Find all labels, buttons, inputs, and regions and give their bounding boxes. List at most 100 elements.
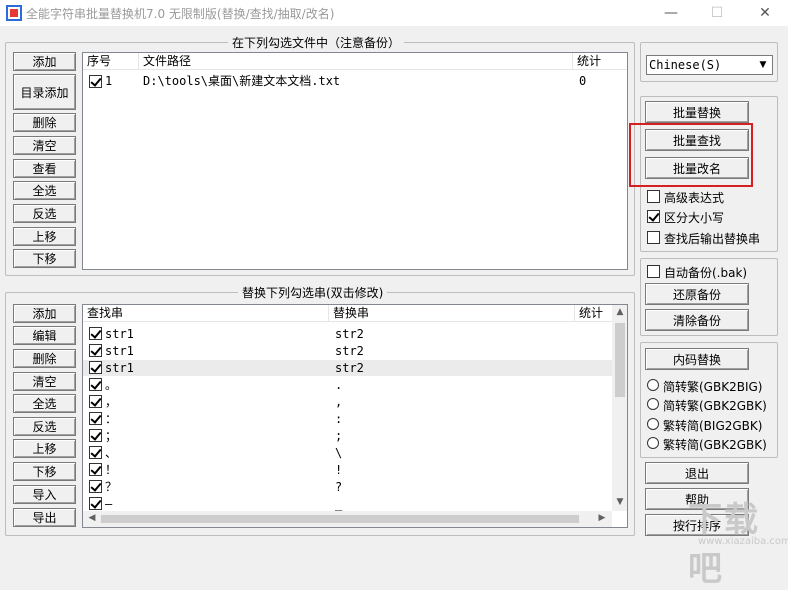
clear-backup-button[interactable]: 清除备份	[645, 309, 749, 331]
file-row-count: 0	[579, 74, 587, 88]
pair-checkbox[interactable]	[89, 412, 102, 425]
find-string: str1	[105, 344, 134, 358]
pair-checkbox[interactable]	[89, 446, 102, 459]
output-after-find-checkbox[interactable]	[647, 231, 660, 244]
select-all-pairs-button[interactable]: 全选	[13, 394, 76, 413]
table-row[interactable]: ； ;	[83, 428, 613, 444]
file-list-header: 序号 文件路径 统计	[83, 53, 627, 70]
pair-checkbox[interactable]	[89, 497, 102, 510]
table-row[interactable]: ： :	[83, 411, 613, 427]
regex-checkbox[interactable]	[647, 190, 660, 203]
move-up-pair-button[interactable]: 上移	[13, 439, 76, 458]
pair-checkbox[interactable]	[89, 480, 102, 493]
table-row[interactable]: ！ !	[83, 462, 613, 478]
pair-checkbox[interactable]	[89, 429, 102, 442]
case-sensitive-checkbox[interactable]	[647, 210, 660, 223]
big2gbk-label: 繁转简(BIG2GBK)	[663, 419, 763, 433]
move-down-file-button[interactable]: 下移	[13, 249, 76, 268]
table-row[interactable]: str1 str2	[83, 360, 613, 376]
scroll-right-arrow-icon[interactable]: ▶	[595, 513, 609, 523]
add-pair-button[interactable]: 添加	[13, 304, 76, 323]
move-up-file-button[interactable]: 上移	[13, 227, 76, 246]
column-header-replace[interactable]: 替换串	[329, 305, 575, 322]
minimize-button[interactable]: —	[648, 0, 694, 26]
batch-replace-button[interactable]: 批量替换	[645, 101, 749, 123]
invert-pairs-button[interactable]: 反选	[13, 417, 76, 436]
gbk2gbk-t2s-radio[interactable]	[647, 437, 659, 449]
language-select[interactable]: Chinese(S) ▼	[646, 55, 773, 75]
pair-checkbox[interactable]	[89, 361, 102, 374]
files-group-title: 在下列勾选文件中（注意备份）	[228, 34, 405, 51]
pair-checkbox[interactable]	[89, 344, 102, 357]
edit-pair-button[interactable]: 编辑	[13, 326, 76, 345]
clear-pairs-button[interactable]: 清空	[13, 372, 76, 391]
clear-files-button[interactable]: 清空	[13, 136, 76, 155]
horizontal-scrollbar[interactable]: ◀ ▶	[83, 511, 612, 527]
replace-string: str2	[335, 361, 364, 375]
table-row[interactable]: ， ,	[83, 394, 613, 410]
auto-backup-label: 自动备份(.bak)	[664, 266, 748, 280]
file-row-path: D:\tools\桌面\新建文本文档.txt	[143, 74, 341, 88]
column-header-stats[interactable]: 统计	[575, 305, 613, 322]
table-row[interactable]: 1 D:\tools\桌面\新建文本文档.txt 0	[83, 73, 627, 89]
table-row[interactable]: 、 \	[83, 445, 613, 461]
pair-checkbox[interactable]	[89, 395, 102, 408]
gbk2gbk-s2t-radio[interactable]	[647, 398, 659, 410]
table-row[interactable]: — _	[83, 496, 613, 512]
file-list[interactable]: 序号 文件路径 统计 1 D:\tools\桌面\新建文本文档.txt 0	[82, 52, 628, 270]
replace-string: _	[335, 497, 343, 511]
column-header-find[interactable]: 查找串	[83, 305, 329, 322]
pair-checkbox[interactable]	[89, 378, 102, 391]
delete-file-button[interactable]: 删除	[13, 113, 76, 132]
pair-checkbox[interactable]	[89, 463, 102, 476]
auto-backup-checkbox[interactable]	[647, 265, 660, 278]
invert-files-button[interactable]: 反选	[13, 204, 76, 223]
horizontal-scroll-thumb[interactable]	[101, 515, 579, 523]
replace-list-header: 查找串 替换串 统计	[83, 305, 627, 322]
table-row[interactable]: str1 str2	[83, 343, 613, 359]
restore-backup-button[interactable]: 还原备份	[645, 283, 749, 305]
column-header-path[interactable]: 文件路径	[139, 53, 573, 70]
table-row[interactable]: 。 .	[83, 377, 613, 393]
close-button[interactable]: ✕	[742, 0, 788, 26]
replace-string: .	[335, 378, 343, 392]
scroll-up-arrow-icon[interactable]: ▲	[612, 307, 627, 317]
column-header-index[interactable]: 序号	[83, 53, 139, 70]
file-row-index: 1	[105, 74, 113, 88]
export-button[interactable]: 导出	[13, 508, 76, 527]
table-row[interactable]: ？ ?	[83, 479, 613, 495]
app-icon	[6, 5, 22, 21]
window-title: 全能字符串批量替换机7.0 无限制版(替换/查找/抽取/改名)	[26, 7, 335, 21]
find-string: ？	[105, 480, 118, 494]
view-file-button[interactable]: 查看	[13, 159, 76, 178]
inner-code-replace-button[interactable]: 内码替换	[645, 348, 749, 370]
find-string: str1	[105, 327, 134, 341]
case-sensitive-label: 区分大小写	[664, 211, 725, 225]
column-header-count[interactable]: 统计	[573, 53, 627, 70]
file-row-checkbox[interactable]	[89, 75, 102, 88]
scroll-left-arrow-icon[interactable]: ◀	[85, 513, 99, 523]
replace-string: ,	[335, 395, 343, 409]
chevron-down-icon[interactable]: ▼	[755, 57, 771, 73]
add-directory-button[interactable]: 目录添加	[13, 74, 76, 110]
select-all-files-button[interactable]: 全选	[13, 181, 76, 200]
replace-group-title: 替换下列勾选串(双击修改)	[238, 284, 388, 301]
exit-button[interactable]: 退出	[645, 462, 749, 484]
move-down-pair-button[interactable]: 下移	[13, 462, 76, 481]
replace-list[interactable]: 查找串 替换串 统计 str1 str2 str1 str2 str1 str2…	[82, 304, 628, 528]
vertical-scroll-thumb[interactable]	[615, 323, 625, 397]
add-file-button[interactable]: 添加	[13, 52, 76, 71]
big2gbk-radio[interactable]	[647, 418, 659, 430]
replace-string: \	[335, 446, 343, 460]
replace-string: ?	[335, 480, 343, 494]
pair-checkbox[interactable]	[89, 327, 102, 340]
find-string: ，	[105, 395, 118, 409]
scroll-down-arrow-icon[interactable]: ▼	[612, 497, 627, 507]
vertical-scrollbar[interactable]: ▲ ▼	[612, 305, 627, 511]
import-button[interactable]: 导入	[13, 485, 76, 504]
table-row[interactable]: str1 str2	[83, 326, 613, 342]
gbk2gbk-t2s-label: 繁转简(GBK2GBK)	[663, 438, 767, 452]
gbk2big-radio[interactable]	[647, 379, 659, 391]
delete-pair-button[interactable]: 删除	[13, 349, 76, 368]
maximize-button[interactable]: ☐	[694, 0, 740, 26]
